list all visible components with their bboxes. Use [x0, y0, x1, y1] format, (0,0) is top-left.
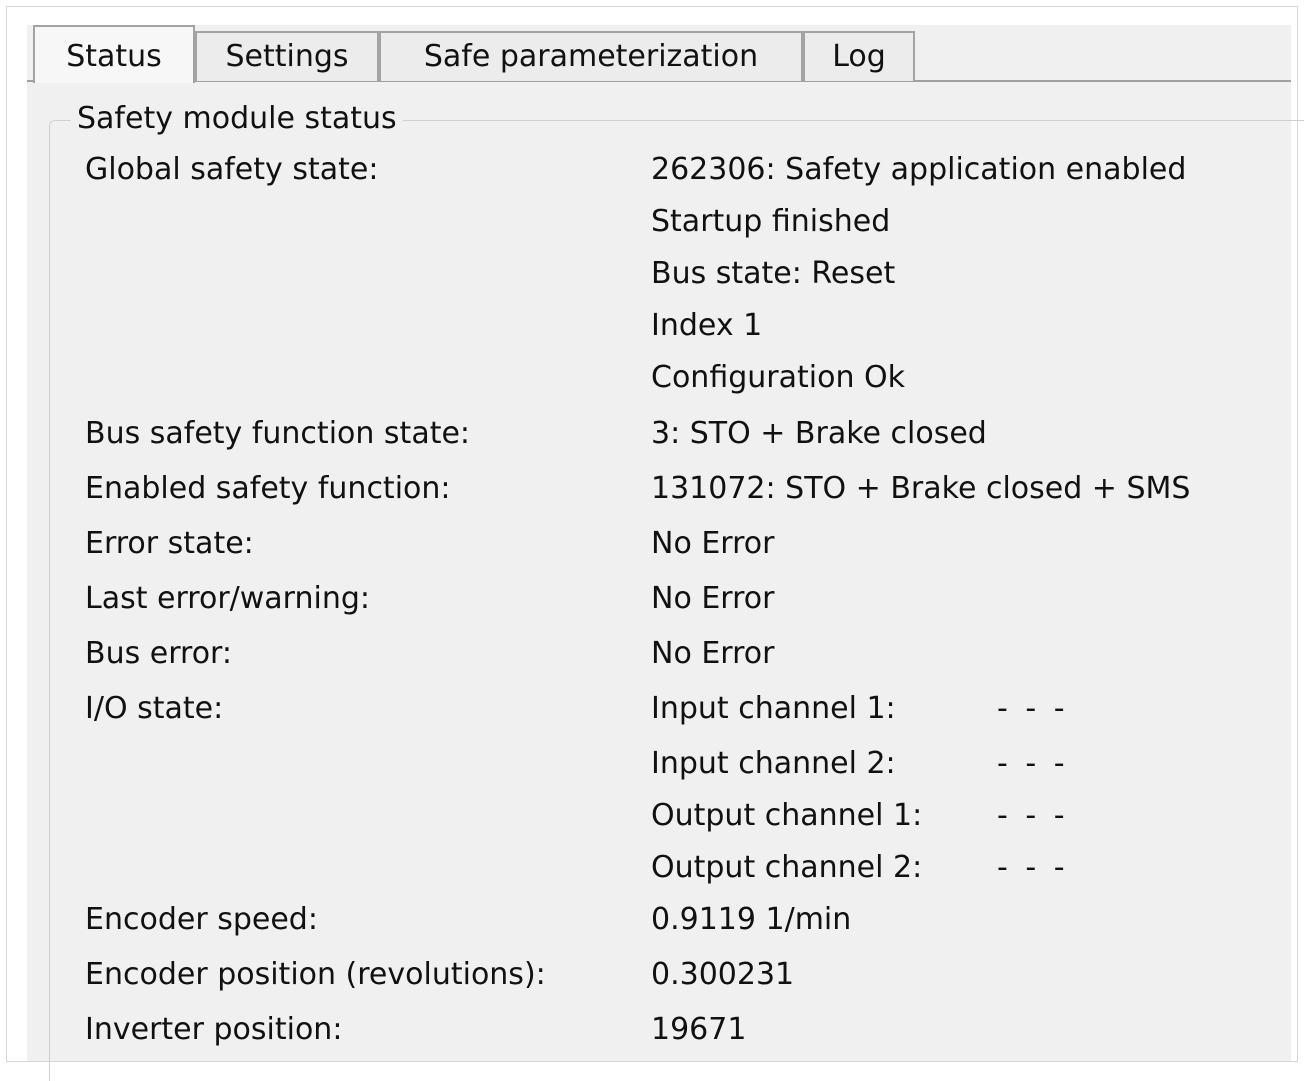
input-channel-2-label: Input channel 2: — [651, 746, 896, 781]
tab-status[interactable]: Status — [33, 25, 195, 83]
encoder-speed-label: Encoder speed: — [85, 902, 318, 937]
bus-state-value: Bus state: Reset — [651, 256, 896, 291]
output-channel-1-label: Output channel 1: — [651, 798, 923, 833]
status-tab-page: Safety module status Global safety state… — [27, 82, 1304, 1081]
last-error-warning-label: Last error/warning: — [85, 581, 370, 616]
global-safety-state-label: Global safety state: — [85, 152, 379, 187]
startup-status-value: Startup finished — [651, 204, 891, 239]
bus-error-label: Bus error: — [85, 636, 232, 671]
encoder-position-label: Encoder position (revolutions): — [85, 957, 546, 992]
window-frame: Status Settings Safe parameterization Lo… — [6, 6, 1304, 1081]
bus-safety-function-state-label: Bus safety function state: — [85, 416, 471, 451]
input-channel-1-value: - - - — [997, 691, 1069, 726]
inverter-position-label: Inverter position: — [85, 1012, 343, 1047]
output-channel-2-label: Output channel 2: — [651, 850, 923, 885]
group-title: Safety module status — [71, 100, 403, 138]
io-state-label: I/O state: — [85, 691, 224, 726]
input-channel-1-label: Input channel 1: — [651, 691, 896, 726]
output-channel-1-value: - - - — [997, 798, 1069, 833]
encoder-position-value: 0.300231 — [651, 957, 795, 992]
bus-safety-function-state-value: 3: STO + Brake closed — [651, 416, 987, 451]
enabled-safety-function-value: 131072: STO + Brake closed + SMS — [651, 471, 1191, 506]
enabled-safety-function-label: Enabled safety function: — [85, 471, 451, 506]
encoder-speed-value: 0.9119 1/min — [651, 902, 852, 937]
error-state-value: No Error — [651, 526, 775, 561]
tab-control: Status Settings Safe parameterization Lo… — [27, 25, 1304, 1081]
tab-log[interactable]: Log — [803, 31, 915, 81]
tab-safe-parameterization[interactable]: Safe parameterization — [379, 31, 803, 81]
output-channel-2-value: - - - — [997, 850, 1069, 885]
configuration-value: Configuration Ok — [651, 360, 905, 395]
bus-error-value: No Error — [651, 636, 775, 671]
tab-settings[interactable]: Settings — [195, 31, 379, 81]
input-channel-2-value: - - - — [997, 746, 1069, 781]
last-error-warning-value: No Error — [651, 581, 775, 616]
tab-bar: Status Settings Safe parameterization Lo… — [27, 25, 1291, 83]
inverter-position-value: 19671 — [651, 1012, 747, 1047]
error-state-label: Error state: — [85, 526, 254, 561]
global-safety-state-value: 262306: Safety application enabled — [651, 152, 1187, 187]
index-value: Index 1 — [651, 308, 763, 343]
